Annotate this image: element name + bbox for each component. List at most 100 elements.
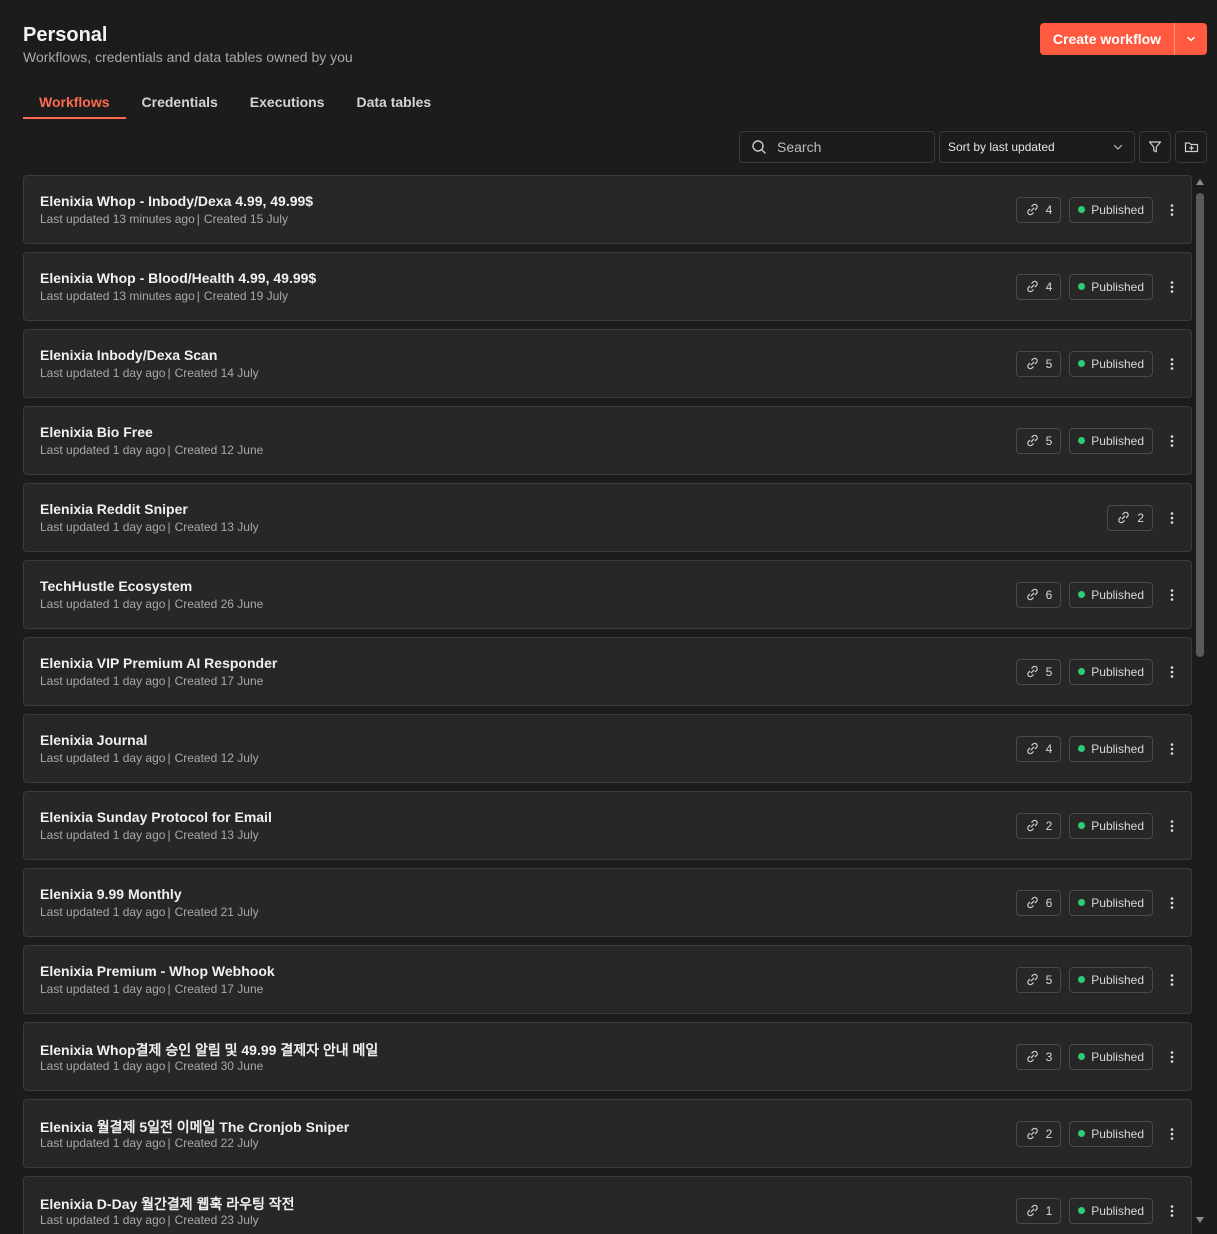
links-count: 4 [1045,202,1053,217]
workflow-name[interactable]: Elenixia Whop - Inbody/Dexa 4.99, 49.99$ [40,193,313,209]
workflow-card[interactable]: Elenixia VIP Premium AI Responder Last up… [23,637,1192,706]
workflow-menu-button[interactable] [1153,657,1191,687]
scroll-down-arrow-icon[interactable] [1196,1217,1204,1223]
tab-data-tables[interactable]: Data tables [340,84,447,119]
workflow-name[interactable]: Elenixia Premium - Whop Webhook [40,963,275,979]
scroll-thumb[interactable] [1196,193,1204,657]
new-folder-button[interactable] [1175,131,1207,163]
page-title: Personal [23,24,108,46]
workflow-actions: 4 Published [1015,176,1191,243]
workflow-name[interactable]: Elenixia 월결제 5일전 이메일 The Cronjob Sniper [40,1117,349,1137]
workflow-card[interactable]: Elenixia Reddit Sniper Last updated 1 day… [23,483,1192,552]
workflow-card[interactable]: Elenixia Whop - Inbody/Dexa 4.99, 49.99$… [23,175,1192,244]
workflow-card[interactable]: Elenixia Sunday Protocol for Email Last u… [23,791,1192,860]
create-workflow-button[interactable]: Create workflow [1040,23,1207,55]
links-count: 5 [1045,664,1053,679]
links-badge[interactable]: 3 [1015,1043,1062,1070]
workflow-name[interactable]: Elenixia Sunday Protocol for Email [40,809,272,825]
links-badge[interactable]: 2 [1015,1120,1062,1147]
create-workflow-dropdown[interactable] [1174,23,1207,55]
links-badge[interactable]: 6 [1015,581,1062,608]
workflow-meta: Last updated 1 day ago | Created 14 July [40,366,259,380]
links-badge[interactable]: 5 [1015,658,1062,685]
workflow-name[interactable]: Elenixia D-Day 월간결제 웹훅 라우팅 작전 [40,1194,295,1214]
workflow-menu-button[interactable] [1153,426,1191,456]
workflow-card[interactable]: Elenixia Inbody/Dexa Scan Last updated 1 … [23,329,1192,398]
workflow-menu-button[interactable] [1153,580,1191,610]
workflow-card[interactable]: Elenixia 9.99 Monthly Last updated 1 day … [23,868,1192,937]
workflow-name[interactable]: Elenixia Whop결제 승인 알림 및 49.99 결제자 안내 메일 [40,1040,378,1060]
sort-select[interactable]: Sort by last updated [939,131,1135,163]
links-count: 3 [1045,1049,1053,1064]
search-box[interactable] [739,131,935,163]
status-badge: Published [1069,1043,1153,1070]
status-badge: Published [1069,273,1153,300]
more-vertical-icon [1170,1204,1174,1217]
workflow-menu-button[interactable] [1153,734,1191,764]
workflow-menu-button[interactable] [1153,349,1191,379]
workflow-created: Created 26 June [174,597,264,611]
links-badge[interactable]: 1 [1015,1197,1062,1224]
scroll-up-arrow-icon[interactable] [1196,179,1204,185]
status-badge: Published [1069,350,1153,377]
links-count: 5 [1045,356,1053,371]
workflow-card[interactable]: Elenixia Journal Last updated 1 day ago | C… [23,714,1192,783]
links-badge[interactable]: 6 [1015,889,1062,916]
workflow-name[interactable]: TechHustle Ecosystem [40,578,192,594]
meta-separator: | [167,905,171,919]
links-badge[interactable]: 5 [1015,966,1062,993]
create-workflow-label[interactable]: Create workflow [1040,23,1174,55]
workflow-name[interactable]: Elenixia VIP Premium AI Responder [40,655,277,671]
tab-credentials[interactable]: Credentials [126,84,234,119]
workflow-name[interactable]: Elenixia Journal [40,732,147,748]
workflow-actions: 5 Published [1015,946,1191,1013]
meta-separator: | [196,212,200,226]
workflow-menu-button[interactable] [1153,888,1191,918]
workflow-name[interactable]: Elenixia Reddit Sniper [40,501,188,517]
workflow-card[interactable]: Elenixia Premium - Whop Webhook Last upda… [23,945,1192,1014]
tab-executions[interactable]: Executions [234,84,341,119]
status-label: Published [1091,587,1144,602]
more-vertical-icon [1170,896,1174,909]
folder-plus-icon [1184,142,1198,153]
workflow-updated: Last updated 13 minutes ago [40,289,195,303]
links-badge[interactable]: 2 [1015,812,1062,839]
workflow-card[interactable]: Elenixia Whop - Blood/Health 4.99, 49.99… [23,252,1192,321]
workflow-card[interactable]: Elenixia Whop결제 승인 알림 및 49.99 결제자 안내 메일 L… [23,1022,1192,1091]
workflow-name[interactable]: Elenixia Inbody/Dexa Scan [40,347,217,363]
workflow-card[interactable]: Elenixia Bio Free Last updated 1 day ago |… [23,406,1192,475]
meta-separator: | [167,1213,171,1227]
workflow-menu-button[interactable] [1153,1119,1191,1149]
workflow-meta: Last updated 1 day ago | Created 26 June [40,597,263,611]
status-dot-icon [1078,899,1086,906]
workflow-card[interactable]: Elenixia D-Day 월간결제 웹훅 라우팅 작전 Last update… [23,1176,1192,1234]
workflow-card[interactable]: TechHustle Ecosystem Last updated 1 day a… [23,560,1192,629]
workflow-menu-button[interactable] [1153,272,1191,302]
links-badge[interactable]: 4 [1015,196,1062,223]
links-badge[interactable]: 2 [1107,504,1153,531]
links-badge[interactable]: 5 [1015,427,1062,454]
workflow-menu-button[interactable] [1153,503,1191,533]
list-scrollbar[interactable] [1193,175,1207,1227]
workflow-name[interactable]: Elenixia 9.99 Monthly [40,886,182,902]
workflow-menu-button[interactable] [1153,1196,1191,1226]
workflow-menu-button[interactable] [1153,965,1191,995]
workflow-card[interactable]: Elenixia 월결제 5일전 이메일 The Cronjob Sniper L… [23,1099,1192,1168]
meta-separator: | [167,520,171,534]
status-dot-icon [1078,283,1086,290]
sort-select-label: Sort by last updated [948,140,1055,154]
links-badge[interactable]: 5 [1015,350,1062,377]
tab-workflows[interactable]: Workflows [23,84,126,119]
workflow-name[interactable]: Elenixia Whop - Blood/Health 4.99, 49.99… [40,270,316,286]
filter-button[interactable] [1139,131,1171,163]
workflow-menu-button[interactable] [1153,195,1191,225]
links-badge[interactable]: 4 [1015,273,1062,300]
link-icon [1026,1204,1038,1217]
workflow-menu-button[interactable] [1153,811,1191,841]
more-vertical-icon [1170,280,1174,293]
search-input[interactable] [777,139,927,155]
workflow-menu-button[interactable] [1153,1042,1191,1072]
workflow-name[interactable]: Elenixia Bio Free [40,424,153,440]
links-badge[interactable]: 4 [1015,735,1062,762]
workflow-meta: Last updated 13 minutes ago | Created 19 J… [40,289,288,303]
